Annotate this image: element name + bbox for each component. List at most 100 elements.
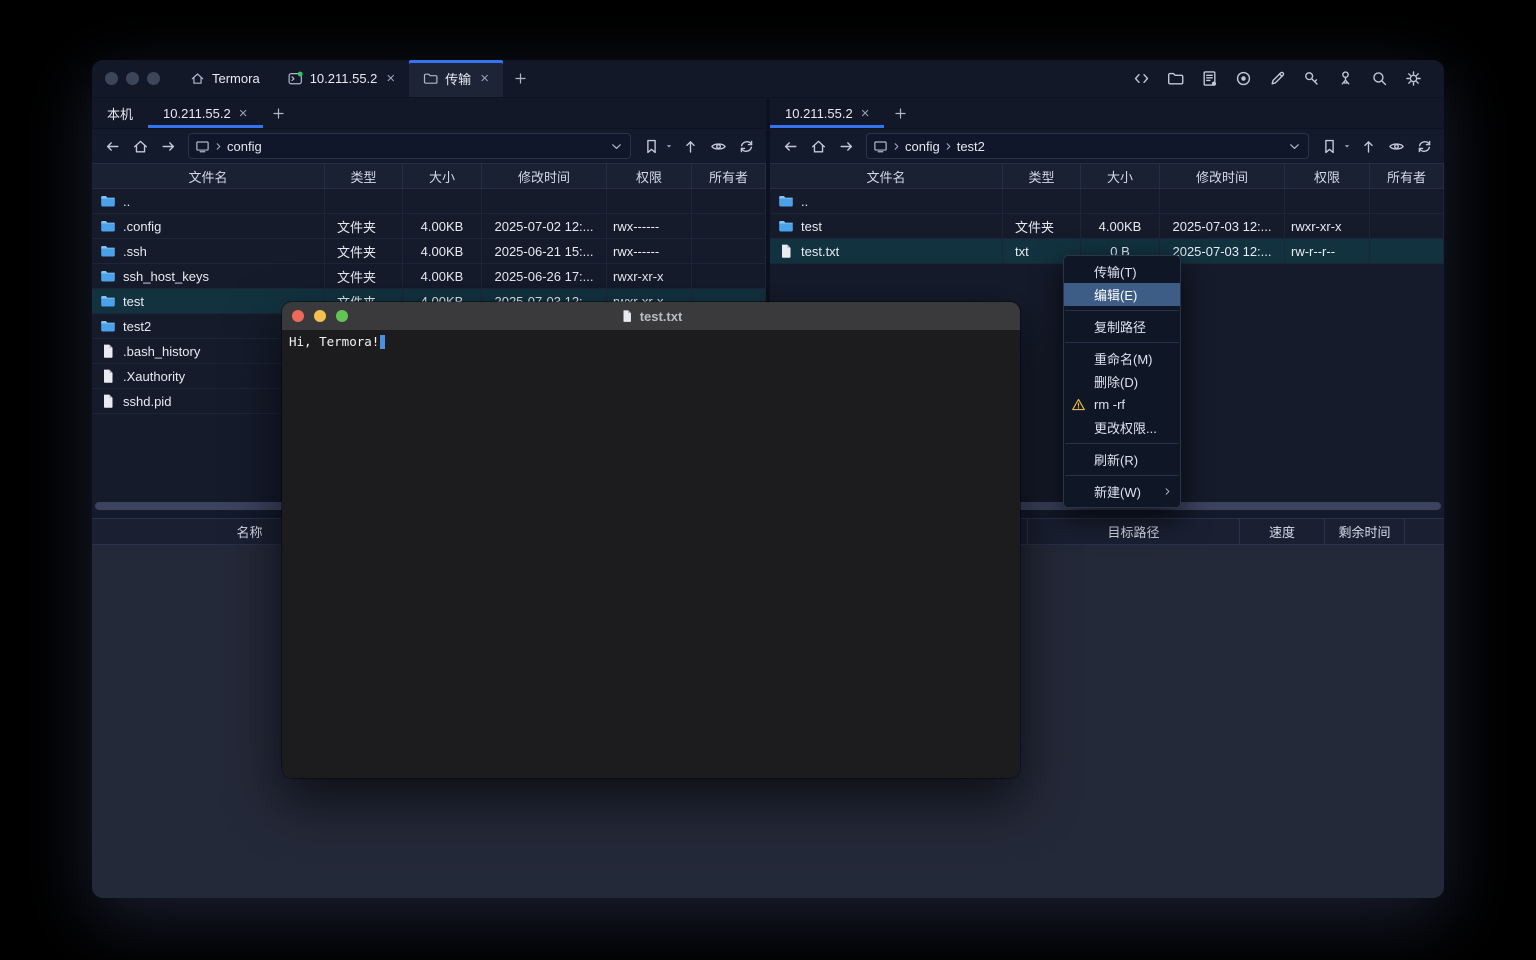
- path-segment[interactable]: config: [227, 139, 262, 154]
- home-button[interactable]: [806, 134, 830, 158]
- zoom-window-button[interactable]: [147, 72, 160, 85]
- menu-item-rename[interactable]: 重命名(M): [1064, 347, 1180, 370]
- column-header-type[interactable]: 类型: [325, 164, 403, 188]
- column-header-owner[interactable]: 所有者: [692, 164, 766, 188]
- folder-icon[interactable]: [1163, 66, 1188, 91]
- column-header-filename[interactable]: 文件名: [770, 164, 1003, 188]
- menu-item-delete[interactable]: 删除(D): [1064, 370, 1180, 393]
- menu-item-edit[interactable]: 编辑(E): [1064, 283, 1180, 306]
- file-icon: [100, 343, 116, 359]
- new-panel-tab-button[interactable]: [263, 98, 295, 128]
- editor-content[interactable]: Hi, Termora!: [282, 330, 1020, 778]
- menu-item-transfer[interactable]: 传输(T): [1064, 260, 1180, 283]
- column-header-mtime[interactable]: 修改时间: [482, 164, 607, 188]
- folder-icon: [100, 193, 116, 209]
- record-icon[interactable]: [1231, 66, 1256, 91]
- path-segment[interactable]: config: [905, 139, 940, 154]
- table-row[interactable]: ssh_host_keys 文件夹 4.00KB 2025-06-26 17:.…: [92, 264, 766, 289]
- edit-icon[interactable]: [1265, 66, 1290, 91]
- tab-remote-host[interactable]: 10.211.55.2 ×: [770, 98, 884, 128]
- menu-item-label: 新建(W): [1094, 482, 1141, 501]
- bookmark-icon[interactable]: [639, 134, 663, 158]
- code-icon[interactable]: [1129, 66, 1154, 91]
- refresh-icon[interactable]: [1412, 134, 1436, 158]
- chevron-down-icon[interactable]: [609, 139, 624, 154]
- new-panel-tab-button[interactable]: [884, 98, 916, 128]
- column-header-owner[interactable]: 所有者: [1370, 164, 1444, 188]
- transfer-column-target[interactable]: 目标路径: [1028, 519, 1240, 544]
- log-icon[interactable]: [1197, 66, 1222, 91]
- folder-icon: [100, 268, 116, 284]
- table-row[interactable]: .config 文件夹 4.00KB 2025-07-02 12:... rwx…: [92, 214, 766, 239]
- close-icon[interactable]: ×: [239, 106, 248, 121]
- folder-outline-icon: [423, 71, 438, 86]
- settings-gear-icon[interactable]: [1401, 66, 1426, 91]
- left-table-header: 文件名 类型 大小 修改时间 权限 所有者: [92, 163, 766, 189]
- search-icon[interactable]: [1367, 66, 1392, 91]
- close-window-button[interactable]: [292, 310, 304, 322]
- table-row[interactable]: test 文件夹 4.00KB 2025-07-03 12:... rwxr-x…: [770, 214, 1444, 239]
- transfer-column-remaining[interactable]: 剩余时间: [1325, 519, 1405, 544]
- parent-directory-button[interactable]: [678, 134, 702, 158]
- terminal-icon: [288, 71, 303, 86]
- path-segment[interactable]: test2: [957, 139, 985, 154]
- show-hidden-eye-icon[interactable]: [706, 134, 730, 158]
- back-button[interactable]: [100, 134, 124, 158]
- column-header-perm[interactable]: 权限: [607, 164, 692, 188]
- column-header-filename[interactable]: 文件名: [92, 164, 325, 188]
- titlebar-actions: [1129, 60, 1444, 97]
- folder-icon: [100, 293, 116, 309]
- column-header-mtime[interactable]: 修改时间: [1160, 164, 1285, 188]
- forward-button[interactable]: [834, 134, 858, 158]
- menu-item-new[interactable]: 新建(W): [1064, 480, 1180, 503]
- path-breadcrumb[interactable]: config test2: [866, 133, 1309, 159]
- caret-down-icon[interactable]: [1342, 141, 1352, 151]
- column-header-type[interactable]: 类型: [1003, 164, 1081, 188]
- minimize-window-button[interactable]: [314, 310, 326, 322]
- screen: Termora 10.211.55.2 × 传输 ×: [0, 0, 1536, 960]
- editor-titlebar[interactable]: test.txt: [282, 302, 1020, 330]
- chevron-down-icon[interactable]: [1287, 139, 1302, 154]
- left-panel-tabs: 本机 10.211.55.2 ×: [92, 98, 766, 129]
- refresh-icon[interactable]: [734, 134, 758, 158]
- context-menu: 传输(T) 编辑(E) 复制路径 重命名(M) 删除(D) rm -rf 更改权…: [1063, 255, 1181, 508]
- tab-termora[interactable]: Termora: [176, 60, 274, 97]
- zoom-window-button[interactable]: [336, 310, 348, 322]
- tab-local-machine[interactable]: 本机: [92, 98, 148, 128]
- main-tabs: Termora 10.211.55.2 × 传输 ×: [176, 60, 539, 97]
- keychain-icon[interactable]: [1333, 66, 1358, 91]
- close-window-button[interactable]: [105, 72, 118, 85]
- bookmark-icon[interactable]: [1317, 134, 1341, 158]
- tab-remote-host[interactable]: 10.211.55.2 ×: [148, 98, 262, 128]
- menu-item-change-permissions[interactable]: 更改权限...: [1064, 416, 1180, 439]
- show-hidden-eye-icon[interactable]: [1384, 134, 1408, 158]
- menu-item-rm-rf[interactable]: rm -rf: [1064, 393, 1180, 416]
- transfer-column-speed[interactable]: 速度: [1240, 519, 1325, 544]
- home-button[interactable]: [128, 134, 152, 158]
- menu-item-refresh[interactable]: 刷新(R): [1064, 448, 1180, 471]
- tab-label: 10.211.55.2: [163, 106, 231, 121]
- tab-ssh-session[interactable]: 10.211.55.2 ×: [274, 60, 409, 97]
- column-header-size[interactable]: 大小: [1081, 164, 1160, 188]
- new-tab-button[interactable]: [503, 60, 539, 97]
- close-icon[interactable]: ×: [480, 71, 489, 86]
- caret-down-icon[interactable]: [664, 141, 674, 151]
- column-header-perm[interactable]: 权限: [1285, 164, 1370, 188]
- close-icon[interactable]: ×: [861, 106, 870, 121]
- warning-icon: [1071, 397, 1086, 412]
- close-icon[interactable]: ×: [386, 71, 395, 86]
- forward-button[interactable]: [156, 134, 180, 158]
- parent-directory-button[interactable]: [1356, 134, 1380, 158]
- editor-text: Hi, Termora!: [289, 334, 379, 349]
- menu-item-copy-path[interactable]: 复制路径: [1064, 315, 1180, 338]
- folder-icon: [778, 193, 794, 209]
- table-row[interactable]: ..: [770, 189, 1444, 214]
- table-row[interactable]: .ssh 文件夹 4.00KB 2025-06-21 15:... rwx---…: [92, 239, 766, 264]
- back-button[interactable]: [778, 134, 802, 158]
- tab-transfer[interactable]: 传输 ×: [409, 60, 503, 97]
- key-icon[interactable]: [1299, 66, 1324, 91]
- path-breadcrumb[interactable]: config: [188, 133, 631, 159]
- minimize-window-button[interactable]: [126, 72, 139, 85]
- table-row[interactable]: ..: [92, 189, 766, 214]
- column-header-size[interactable]: 大小: [403, 164, 482, 188]
